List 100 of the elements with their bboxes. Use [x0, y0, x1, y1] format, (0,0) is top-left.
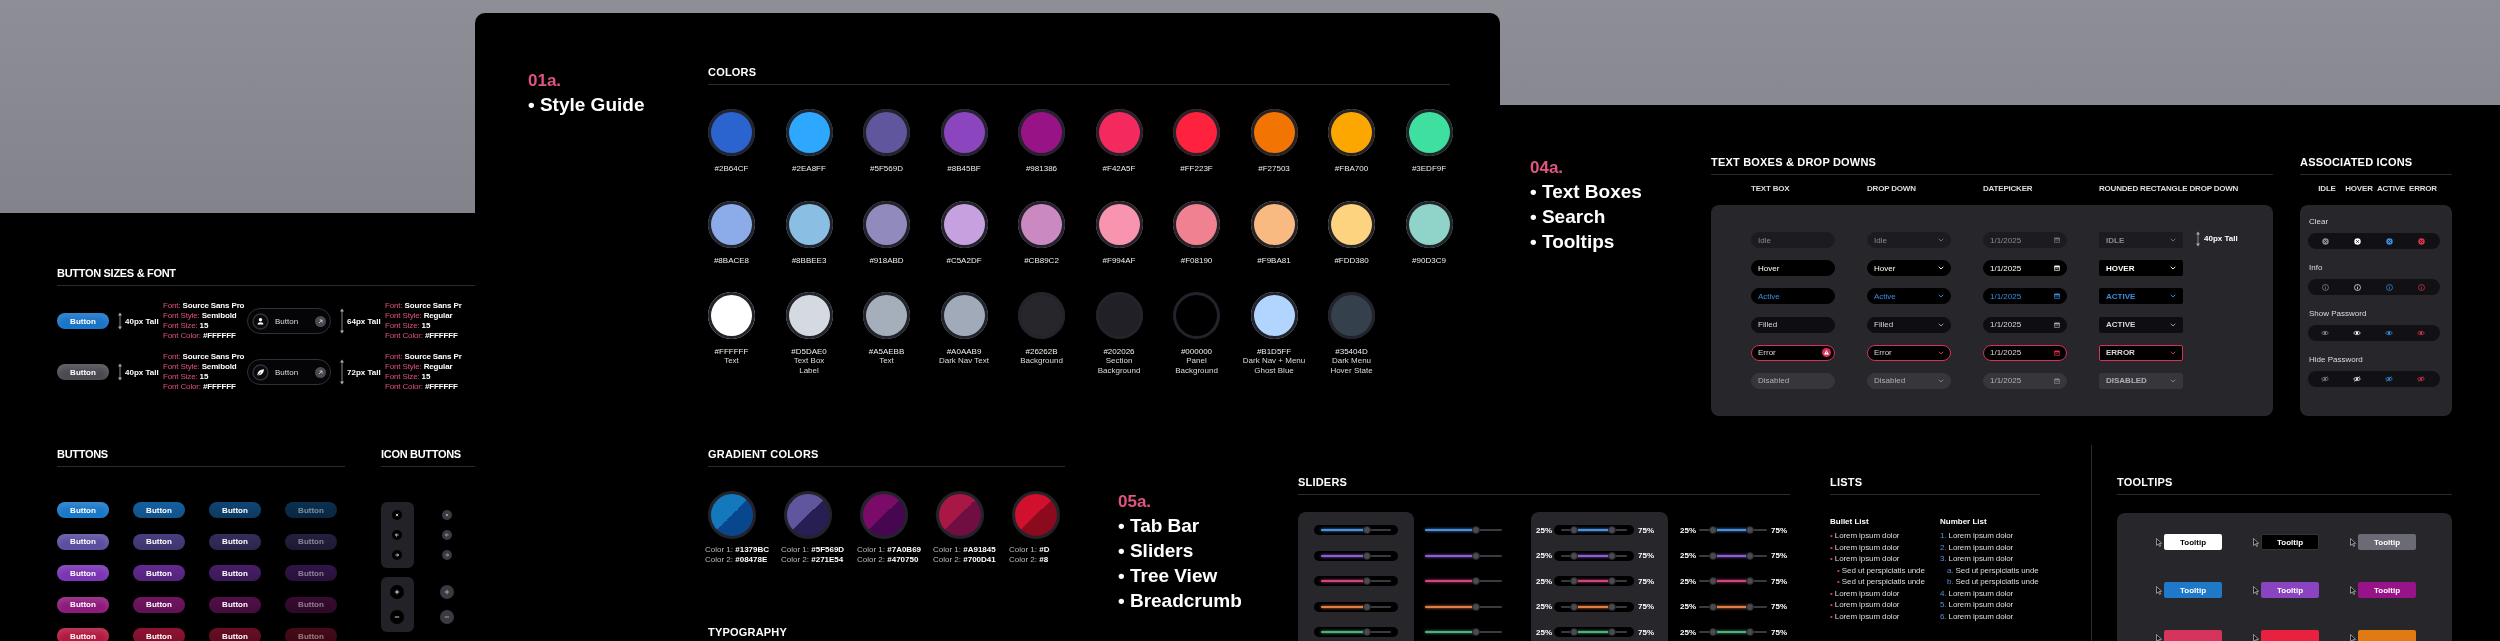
icon-button[interactable] — [392, 530, 403, 540]
text-field[interactable]: Idle — [1751, 232, 1835, 248]
slider-thumb[interactable] — [1608, 526, 1617, 534]
slider-thumb[interactable] — [1362, 577, 1371, 586]
icon-button[interactable] — [392, 510, 403, 520]
slider[interactable] — [1321, 550, 1391, 561]
sample-button[interactable]: Button — [57, 313, 109, 329]
slider-thumb[interactable] — [1708, 526, 1717, 534]
slider-thumb[interactable] — [1362, 526, 1371, 534]
slider-thumb[interactable] — [1708, 602, 1717, 611]
slider[interactable] — [1425, 627, 1502, 638]
text-field[interactable]: Active — [1751, 288, 1835, 305]
button[interactable]: Button — [209, 596, 261, 613]
button[interactable]: Button — [209, 628, 261, 641]
button[interactable]: Button — [133, 502, 185, 518]
slider-thumb[interactable] — [1471, 628, 1480, 637]
date-field[interactable]: 1/1/2025 — [1983, 316, 2067, 333]
slider-thumb[interactable] — [1746, 628, 1754, 637]
date-field[interactable]: 1/1/2025 — [1983, 372, 2067, 389]
text-field[interactable]: Hover — [1751, 260, 1835, 277]
slider[interactable] — [1321, 627, 1391, 638]
icon-button[interactable] — [442, 550, 453, 560]
slider-thumb[interactable] — [1608, 628, 1617, 637]
slider[interactable] — [1699, 525, 1767, 535]
button[interactable]: Button — [57, 628, 109, 641]
dropdown[interactable]: Hover — [1867, 260, 1951, 277]
icon-button[interactable] — [442, 510, 453, 520]
button[interactable]: Button — [209, 502, 261, 518]
slider-thumb[interactable] — [1608, 551, 1617, 560]
text-field[interactable]: Filled — [1751, 316, 1835, 333]
slider[interactable] — [1321, 525, 1391, 535]
button[interactable]: Button — [285, 502, 337, 518]
date-field[interactable]: 1/1/2025 — [1983, 288, 2067, 305]
slider-thumb[interactable] — [1570, 526, 1579, 534]
slider[interactable] — [1699, 601, 1767, 612]
slider[interactable] — [1561, 627, 1627, 638]
sample-icon-button[interactable]: Button — [247, 359, 331, 385]
dropdown[interactable]: Active — [1867, 288, 1951, 305]
slider-thumb[interactable] — [1608, 577, 1617, 586]
slider[interactable] — [1561, 550, 1627, 561]
date-field[interactable]: 1/1/2025 — [1983, 260, 2067, 277]
slider-thumb[interactable] — [1570, 577, 1579, 586]
button[interactable]: Button — [133, 596, 185, 613]
icon-button[interactable] — [392, 550, 403, 560]
slider-thumb[interactable] — [1570, 551, 1579, 560]
date-field[interactable]: 1/1/2025 — [1983, 232, 2067, 248]
text-field[interactable]: Disabled — [1751, 372, 1835, 389]
sample-icon-button[interactable]: Button — [247, 308, 331, 334]
button[interactable]: Button — [57, 596, 109, 613]
slider-thumb[interactable] — [1708, 577, 1717, 586]
slider-thumb[interactable] — [1608, 602, 1617, 611]
slider-thumb[interactable] — [1570, 602, 1579, 611]
dropdown[interactable]: ACTIVE — [2099, 316, 2183, 333]
dropdown[interactable]: Idle — [1867, 232, 1951, 248]
sample-button[interactable]: Button — [57, 364, 109, 380]
slider-thumb[interactable] — [1746, 526, 1754, 534]
slider-thumb[interactable] — [1362, 551, 1371, 560]
text-field[interactable]: Error — [1751, 344, 1835, 361]
button[interactable]: Button — [209, 533, 261, 550]
slider[interactable] — [1561, 525, 1627, 535]
button[interactable]: Button — [57, 533, 109, 550]
button[interactable]: Button — [285, 533, 337, 550]
slider[interactable] — [1699, 550, 1767, 561]
button[interactable]: Button — [133, 565, 185, 582]
slider[interactable] — [1699, 576, 1767, 587]
button[interactable]: Button — [57, 565, 109, 582]
slider-thumb[interactable] — [1471, 602, 1480, 611]
dropdown[interactable]: ACTIVE — [2099, 288, 2183, 305]
button[interactable]: Button — [209, 565, 261, 582]
slider-thumb[interactable] — [1708, 628, 1717, 637]
slider-thumb[interactable] — [1570, 628, 1579, 637]
button[interactable]: Button — [133, 628, 185, 641]
slider-thumb[interactable] — [1746, 551, 1754, 560]
slider-thumb[interactable] — [1362, 628, 1371, 637]
slider[interactable] — [1699, 627, 1767, 638]
slider[interactable] — [1425, 576, 1502, 587]
dropdown[interactable]: IDLE — [2099, 232, 2183, 248]
button[interactable]: Button — [133, 533, 185, 550]
dropdown[interactable]: ERROR — [2099, 344, 2183, 361]
slider-thumb[interactable] — [1471, 551, 1480, 560]
button[interactable]: Button — [285, 628, 337, 641]
slider-thumb[interactable] — [1471, 526, 1480, 534]
button[interactable]: Button — [57, 502, 109, 518]
dropdown[interactable]: Filled — [1867, 316, 1951, 333]
slider[interactable] — [1425, 525, 1502, 535]
dropdown[interactable]: Error — [1867, 344, 1951, 361]
slider-thumb[interactable] — [1708, 551, 1717, 560]
slider-thumb[interactable] — [1362, 602, 1371, 611]
button[interactable]: Button — [285, 596, 337, 613]
button[interactable]: Button — [285, 565, 337, 582]
slider[interactable] — [1321, 601, 1391, 612]
dropdown[interactable]: DISABLED — [2099, 372, 2183, 389]
slider[interactable] — [1425, 601, 1502, 612]
dropdown[interactable]: Disabled — [1867, 372, 1951, 389]
slider[interactable] — [1321, 576, 1391, 587]
slider-thumb[interactable] — [1471, 577, 1480, 586]
slider[interactable] — [1425, 550, 1502, 561]
slider-thumb[interactable] — [1746, 577, 1754, 586]
date-field[interactable]: 1/1/2025 — [1983, 344, 2067, 361]
slider-thumb[interactable] — [1746, 602, 1754, 611]
